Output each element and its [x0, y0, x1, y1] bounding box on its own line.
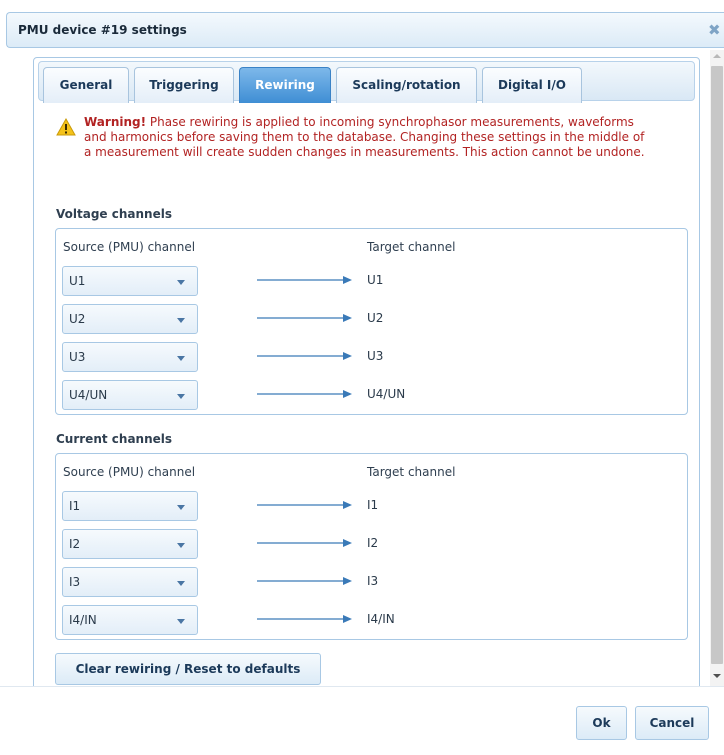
select-value: U4/UN — [69, 388, 108, 402]
tab-general[interactable]: General — [43, 67, 129, 103]
select-value: U1 — [69, 274, 86, 288]
current-channel-row: I1 I1 — [62, 491, 682, 521]
current-target-channel: I2 — [367, 536, 379, 550]
chevron-down-icon — [177, 356, 185, 361]
reset-rewiring-button[interactable]: Clear rewiring / Reset to defaults — [55, 653, 321, 685]
current-source-select[interactable]: I2 — [62, 529, 198, 559]
scrollbar-thumb[interactable] — [711, 66, 723, 664]
chevron-down-icon — [177, 505, 185, 510]
tab-triggering[interactable]: Triggering — [134, 67, 234, 103]
dialog-titlebar: PMU device #19 settings ✖ — [6, 12, 724, 48]
voltage-channel-row: U3 U3 — [62, 342, 682, 372]
tab-panel: General Triggering Rewiring Scaling/rota… — [33, 57, 700, 686]
current-target-channel: I1 — [367, 498, 379, 512]
current-source-select[interactable]: I3 — [62, 567, 198, 597]
current-channel-row: I2 I2 — [62, 529, 682, 559]
select-value: U3 — [69, 350, 86, 364]
current-channels-group: Source (PMU) channel Target channel I1 I1… — [55, 453, 688, 640]
select-value: I4/IN — [69, 613, 97, 627]
dialog-content: General Triggering Rewiring Scaling/rota… — [6, 50, 724, 686]
tab-digital-io[interactable]: Digital I/O — [482, 67, 582, 103]
current-source-header: Source (PMU) channel — [63, 465, 196, 479]
ok-button[interactable]: Ok — [576, 706, 627, 740]
vertical-scrollbar[interactable] — [710, 50, 724, 686]
arrow-right-icon — [257, 615, 352, 623]
arrow-right-icon — [257, 314, 352, 322]
dialog-footer: Ok Cancel — [0, 686, 724, 755]
arrow-right-icon — [257, 352, 352, 360]
current-target-channel: I4/IN — [367, 612, 395, 626]
chevron-down-icon — [177, 394, 185, 399]
close-icon[interactable]: ✖ — [708, 21, 722, 39]
current-target-channel: I3 — [367, 574, 379, 588]
voltage-source-select[interactable]: U2 — [62, 304, 198, 334]
select-value: I2 — [69, 537, 81, 551]
voltage-channel-row: U1 U1 — [62, 266, 682, 296]
chevron-down-icon — [177, 619, 185, 624]
current-source-select[interactable]: I4/IN — [62, 605, 198, 635]
cancel-button[interactable]: Cancel — [635, 706, 709, 740]
warning-triangle-icon — [56, 118, 76, 136]
chevron-down-icon — [177, 318, 185, 323]
voltage-channel-row: U2 U2 — [62, 304, 682, 334]
voltage-source-select[interactable]: U4/UN — [62, 380, 198, 410]
current-target-header: Target channel — [367, 465, 456, 479]
voltage-target-channel: U4/UN — [367, 387, 406, 401]
chevron-down-icon — [177, 581, 185, 586]
scroll-up-arrow-icon[interactable] — [713, 54, 721, 58]
arrow-right-icon — [257, 539, 352, 547]
arrow-right-icon — [257, 390, 352, 398]
current-channels-title: Current channels — [56, 432, 173, 446]
chevron-down-icon — [177, 280, 185, 285]
scroll-down-arrow-icon[interactable] — [713, 674, 721, 678]
voltage-source-select[interactable]: U3 — [62, 342, 198, 372]
chevron-down-icon — [177, 543, 185, 548]
tab-strip: General Triggering Rewiring Scaling/rota… — [38, 61, 695, 103]
warning-text: Warning! Phase rewiring is applied to in… — [84, 115, 654, 160]
settings-dialog: PMU device #19 settings ✖ General Trigge… — [0, 0, 724, 755]
voltage-source-header: Source (PMU) channel — [63, 240, 196, 254]
voltage-source-select[interactable]: U1 — [62, 266, 198, 296]
voltage-target-channel: U1 — [367, 273, 384, 287]
voltage-target-header: Target channel — [367, 240, 456, 254]
voltage-target-channel: U2 — [367, 311, 384, 325]
voltage-target-channel: U3 — [367, 349, 384, 363]
current-channel-row: I4/IN I4/IN — [62, 605, 682, 635]
warning-prefix: Warning! — [84, 115, 147, 129]
voltage-channels-group: Source (PMU) channel Target channel U1 U1… — [55, 228, 688, 415]
select-value: I1 — [69, 499, 81, 513]
tab-scaling-rotation[interactable]: Scaling/rotation — [336, 67, 477, 103]
select-value: U2 — [69, 312, 86, 326]
current-channel-row: I3 I3 — [62, 567, 682, 597]
arrow-right-icon — [257, 501, 352, 509]
tab-rewiring[interactable]: Rewiring — [239, 67, 331, 103]
arrow-right-icon — [257, 276, 352, 284]
warning-body: Phase rewiring is applied to incoming sy… — [84, 115, 645, 159]
arrow-right-icon — [257, 577, 352, 585]
voltage-channels-title: Voltage channels — [56, 207, 172, 221]
dialog-title: PMU device #19 settings — [18, 23, 187, 37]
voltage-channel-row: U4/UN U4/UN — [62, 380, 682, 410]
select-value: I3 — [69, 575, 81, 589]
current-source-select[interactable]: I1 — [62, 491, 198, 521]
